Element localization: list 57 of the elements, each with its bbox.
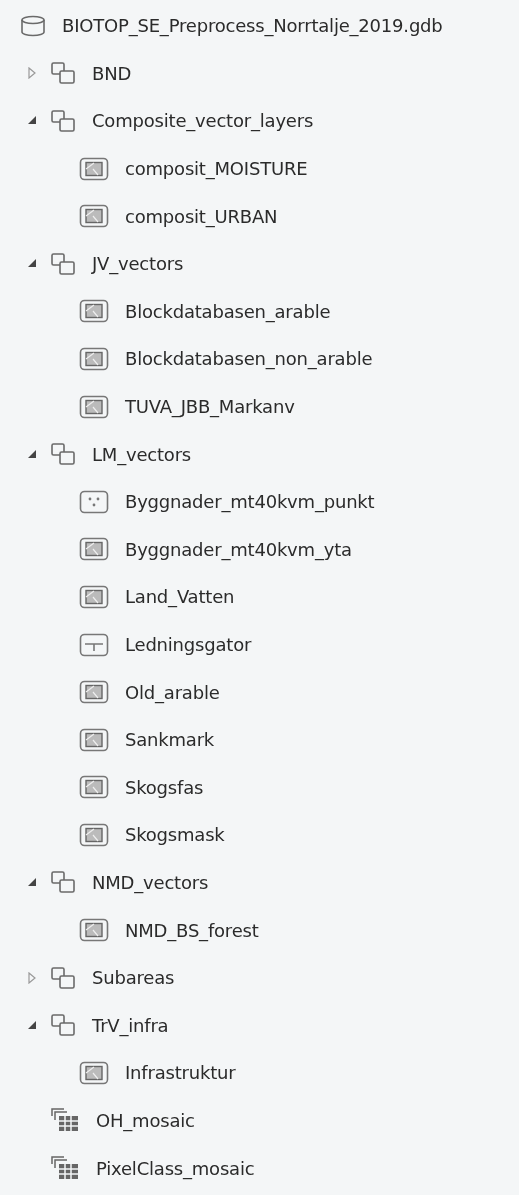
tree-item-label[interactable]: composit_MOISTURE (125, 158, 308, 180)
expanded-caret-icon[interactable] (27, 878, 37, 887)
tree-item-label[interactable]: composit_URBAN (125, 205, 278, 227)
feature-dataset-icon (50, 870, 76, 895)
polygon-layer-icon (79, 299, 109, 324)
collapsed-caret-icon[interactable] (28, 971, 36, 984)
tree-item-label[interactable]: TUVA_JBB_Markanv (125, 396, 295, 418)
expanded-caret-icon[interactable] (27, 259, 37, 269)
database-icon (20, 14, 46, 37)
tree-item-label[interactable]: Skogsfas (125, 776, 204, 798)
expanded-caret-icon[interactable] (27, 449, 37, 459)
tree-item-label[interactable]: OH_mosaic (96, 1109, 195, 1131)
tree-item-label[interactable]: Infrastruktur (125, 1062, 236, 1084)
feature-dataset-icon (50, 442, 76, 467)
tree-item-label[interactable]: Sankmark (125, 729, 215, 751)
polygon-layer-icon (79, 1060, 109, 1085)
point-layer-icon (79, 489, 109, 514)
tree-item-label[interactable]: JV_vectors (92, 253, 184, 275)
polygon-layer-icon (79, 204, 109, 229)
polygon-layer-icon (79, 346, 109, 371)
tree-item-label[interactable]: BIOTOP_SE_Preprocess_Norrtalje_2019.gdb (62, 15, 443, 37)
feature-dataset-icon (50, 109, 76, 133)
tree-item-label[interactable]: Byggnader_mt40kvm_yta (125, 538, 352, 560)
tree-item-label[interactable]: Subareas (92, 967, 175, 989)
tree-item-label[interactable]: Composite_vector_layers (92, 110, 314, 132)
tree-item-label[interactable]: TrV_infra (92, 1014, 169, 1036)
polygon-layer-icon (79, 822, 109, 847)
feature-dataset-icon (50, 965, 76, 990)
tree-item-label[interactable]: Ledningsgator (125, 634, 252, 655)
feature-dataset-icon (50, 1013, 76, 1038)
line-layer-icon (79, 632, 109, 657)
feature-dataset-icon (50, 251, 76, 276)
polygon-layer-icon (79, 394, 109, 419)
polygon-layer-icon (79, 584, 109, 609)
tree-item-label[interactable]: LM_vectors (92, 443, 192, 465)
polygon-layer-icon (79, 918, 109, 943)
tree-item-label[interactable]: PixelClass_mosaic (96, 1157, 255, 1179)
mosaic-grid-icon (50, 1155, 80, 1182)
tree-item-label[interactable]: BND (92, 62, 132, 84)
expanded-caret-icon[interactable] (27, 1020, 37, 1030)
tree-item-label[interactable]: Skogsmask (125, 824, 225, 846)
expanded-caret-icon[interactable] (27, 116, 37, 126)
feature-dataset-icon (50, 61, 76, 86)
polygon-layer-icon (79, 537, 109, 562)
polygon-layer-icon (79, 775, 109, 800)
tree-item-label[interactable]: Blockdatabasen_non_arable (125, 348, 373, 370)
polygon-layer-icon (79, 727, 109, 752)
tree-item-label[interactable]: Land_Vatten (125, 586, 235, 608)
tree-item-label[interactable]: NMD_vectors (92, 872, 209, 893)
collapsed-caret-icon[interactable] (28, 67, 36, 80)
tree-item-label[interactable]: Blockdatabasen_arable (125, 300, 331, 322)
polygon-layer-icon (79, 156, 109, 181)
tree-item-label[interactable]: Old_arable (125, 681, 220, 703)
polygon-layer-icon (79, 680, 109, 705)
tree-item-label[interactable]: Byggnader_mt40kvm_punkt (125, 491, 375, 513)
mosaic-grid-icon (50, 1107, 80, 1134)
tree-item-label[interactable]: NMD_BS_forest (125, 919, 259, 941)
